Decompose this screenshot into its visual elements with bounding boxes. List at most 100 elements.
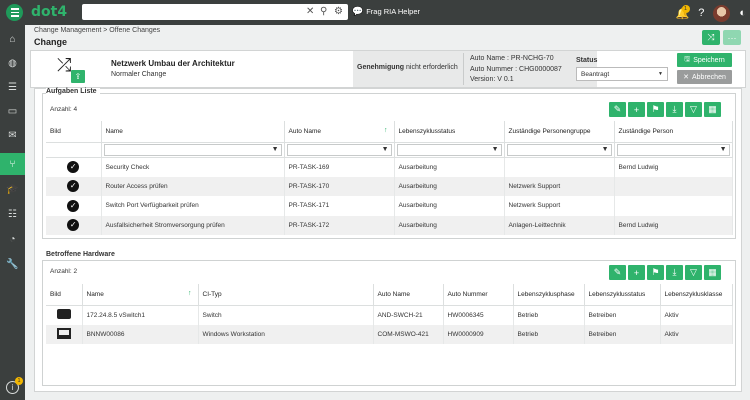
sidebar-item-home[interactable]: ⌂	[0, 28, 25, 50]
add-button[interactable]: +	[628, 265, 645, 280]
more-button[interactable]: ···	[723, 30, 741, 45]
tasks-count: Anzahl: 4	[50, 106, 78, 113]
col-header[interactable]: CI-Typ	[198, 284, 374, 306]
filter-input[interactable]: ▼	[616, 143, 730, 156]
change-type: Normaler Change	[111, 71, 167, 78]
workflow-button[interactable]: ⤨	[702, 30, 720, 45]
download-icon: ⤓	[672, 267, 677, 277]
add-button[interactable]: +	[628, 102, 645, 117]
filter-icon[interactable]: ▼	[272, 146, 279, 153]
auto-number: Auto Nummer : CHG0000087	[470, 65, 562, 73]
col-header[interactable]: Name ↑	[82, 284, 199, 306]
status-label: Status	[576, 57, 598, 64]
graduation-icon: 🎓	[6, 183, 19, 195]
cancel-button[interactable]: ✕ Abbrechen	[677, 70, 732, 84]
col-header[interactable]: Lebenszyklusphase	[513, 284, 585, 306]
table-row[interactable]: ✓ Ausfallsicherheit Stromversorgung prüf…	[46, 215, 733, 235]
filter-icon[interactable]: ▼	[720, 146, 727, 153]
check-icon: ✓	[67, 199, 80, 212]
col-header[interactable]: Bild	[46, 121, 102, 143]
tasks-table: Bild Name Auto Name ↑ Lebenszyklusstatus …	[46, 121, 733, 235]
sidebar-item-reports[interactable]: ◔	[0, 228, 25, 250]
col-header[interactable]: Lebenszyklusklasse	[660, 284, 733, 306]
columns-button[interactable]: ▦	[704, 102, 721, 117]
table-row[interactable]: 172.24.8.5 vSwitch1 Switch AND-SWCH-21 HW00…	[46, 305, 733, 325]
check-icon: ✓	[67, 161, 80, 173]
auto-info: Auto Name : PR-NCHG-70 Auto Nummer : CHG…	[470, 54, 562, 86]
clear-icon[interactable]: ✕	[306, 5, 314, 19]
table-row[interactable]: ✓ Switch Port Verfügbarkeit prüfen PR-TAS…	[46, 196, 733, 216]
filter-icon[interactable]: ▼	[382, 146, 389, 153]
col-header[interactable]: Lebenszyklusstatus	[584, 284, 661, 306]
table-row[interactable]: BNNW00086 Windows Workstation COM-MSWO-421…	[46, 324, 733, 344]
filter-button[interactable]: ▽	[685, 102, 702, 117]
sort-asc-icon: ↑	[384, 127, 388, 134]
page-title: Change	[34, 37, 68, 47]
sidebar-item-mail[interactable]: ✉	[0, 124, 25, 146]
filter-input[interactable]: ▼	[506, 143, 612, 156]
filter-input[interactable]: ▼	[103, 143, 282, 156]
app-logo: dot4	[31, 4, 68, 20]
edit-button[interactable]: ✎	[609, 102, 626, 117]
columns-icon: ▦	[708, 104, 717, 114]
globe-icon: ◍	[8, 57, 17, 69]
list-icon: ☰	[8, 81, 17, 93]
avatar[interactable]	[713, 4, 731, 22]
ticket-icon: ▭	[7, 105, 18, 117]
change-meta: Genehmigung nicht erforderlich Auto Name…	[353, 51, 597, 87]
col-header[interactable]: Lebenszyklusstatus	[394, 121, 505, 143]
auto-name: Auto Name : PR-NCHG-70	[470, 55, 554, 62]
bookmark-button[interactable]: ⚑	[647, 102, 664, 117]
filter-icon: ▽	[690, 104, 697, 114]
chat-icon: 💬	[352, 6, 364, 16]
help-link[interactable]: 💬 Frag RIA Helper	[352, 6, 420, 17]
download-button[interactable]: ⤓	[666, 102, 683, 117]
status-select[interactable]: Beantragt ▼	[576, 67, 668, 81]
hardware-title: Betroffene Hardware	[46, 251, 118, 258]
bookmark-button[interactable]: ⚑	[647, 265, 664, 280]
main-menu-button[interactable]	[6, 4, 23, 21]
filter-icon[interactable]: ▼	[492, 146, 499, 153]
info-icon[interactable]: i1	[6, 377, 23, 394]
col-header[interactable]: Name	[101, 121, 285, 143]
filter-icon[interactable]: ▼	[602, 146, 609, 153]
sidebar-item-tickets[interactable]: ▭	[0, 100, 25, 122]
col-header[interactable]: Bild	[46, 284, 83, 306]
sidebar-item-list[interactable]: ☰	[0, 76, 25, 98]
col-header[interactable]: Auto Name ↑	[284, 121, 395, 143]
sidebar-item-globe[interactable]: ◍	[0, 52, 25, 74]
col-header[interactable]: Auto Name	[373, 284, 444, 306]
filter-input[interactable]: ▼	[286, 143, 392, 156]
change-title: Netzwerk Umbau der Architektur	[111, 59, 235, 68]
palette-icon[interactable]: ◐	[739, 7, 746, 19]
sidebar-item-tools[interactable]: 🔧	[0, 253, 25, 275]
search-input[interactable]: ✕ ⚲ ⚙	[82, 4, 348, 20]
hardware-toolbar: ✎ + ⚑ ⤓ ▽ ▦	[609, 265, 721, 280]
table-row[interactable]: ✓ Router Access prüfen PR-TASK-170 Ausarbe…	[46, 176, 733, 196]
sidebar-item-database[interactable]: ☷	[0, 203, 25, 225]
download-icon: ⤓	[672, 104, 677, 114]
sidebar-item-change[interactable]: ⑂	[0, 153, 25, 175]
change-icon: ⑂	[9, 158, 16, 170]
filter-button[interactable]: ▽	[685, 265, 702, 280]
edit-button[interactable]: ✎	[609, 265, 626, 280]
bookmark-icon: ⚑	[651, 267, 660, 277]
download-button[interactable]: ⤓	[666, 265, 683, 280]
col-header[interactable]: Zuständige Person	[614, 121, 733, 143]
sidebar-item-education[interactable]: 🎓	[0, 178, 25, 200]
table-row[interactable]: ✓ Security Check PR-TASK-169 Ausarbeitung B…	[46, 157, 733, 177]
help-icon[interactable]: ?	[698, 7, 704, 19]
filter-icon: ▽	[690, 267, 697, 277]
bookmark-icon: ⚑	[651, 104, 660, 114]
shuffle-icon: ⤮	[57, 55, 72, 75]
filter-input[interactable]: ▼	[396, 143, 502, 156]
search-icon[interactable]: ⚲	[320, 5, 327, 19]
col-header[interactable]: Auto Nummer	[443, 284, 514, 306]
hardware-table: Bild Name ↑ CI-Typ Auto Name Auto Nummer …	[46, 284, 733, 344]
bell-icon[interactable]: 🔔 1	[676, 4, 690, 20]
search-settings-icon[interactable]: ⚙	[334, 5, 343, 19]
tasks-title: Aufgaben Liste	[46, 88, 100, 95]
col-header[interactable]: Zuständige Personengruppe	[504, 121, 615, 143]
columns-button[interactable]: ▦	[704, 265, 721, 280]
save-button[interactable]: 🖫 Speichern	[677, 53, 732, 67]
